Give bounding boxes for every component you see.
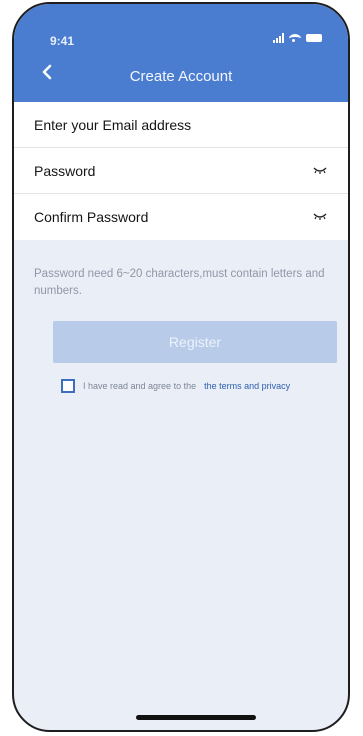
header: 9:41 Create Account: [14, 4, 348, 102]
agreement-row: I have read and agree to the the terms a…: [61, 379, 290, 393]
password-hint: Password need 6~20 characters,must conta…: [34, 268, 325, 297]
terms-link[interactable]: the terms and privacy: [204, 381, 290, 391]
email-field[interactable]: Enter your Email address: [14, 102, 348, 148]
confirm-password-label: Confirm Password: [34, 209, 149, 225]
account-form: Enter your Email address Password Confir…: [14, 102, 348, 240]
confirm-password-field[interactable]: Confirm Password: [14, 194, 348, 240]
battery-icon: [306, 34, 322, 42]
agree-checkbox[interactable]: [61, 379, 75, 393]
page-title: Create Account: [129, 68, 233, 85]
home-indicator: [136, 715, 256, 720]
wifi-icon: [289, 33, 301, 43]
status-icons: [273, 33, 322, 43]
phone-frame: 9:41 Create Account Enter your Email add…: [12, 2, 350, 732]
password-field[interactable]: Password: [14, 148, 348, 194]
password-label: Password: [34, 162, 96, 179]
eye-closed-icon[interactable]: [312, 166, 328, 176]
agreement-text: I have read and agree to the: [83, 381, 197, 391]
status-time: 9:41: [50, 34, 75, 48]
email-label: Enter your Email address: [34, 116, 192, 133]
register-button[interactable]: Register: [53, 321, 337, 363]
signal-icon: [273, 33, 284, 43]
eye-closed-icon[interactable]: [312, 212, 328, 222]
